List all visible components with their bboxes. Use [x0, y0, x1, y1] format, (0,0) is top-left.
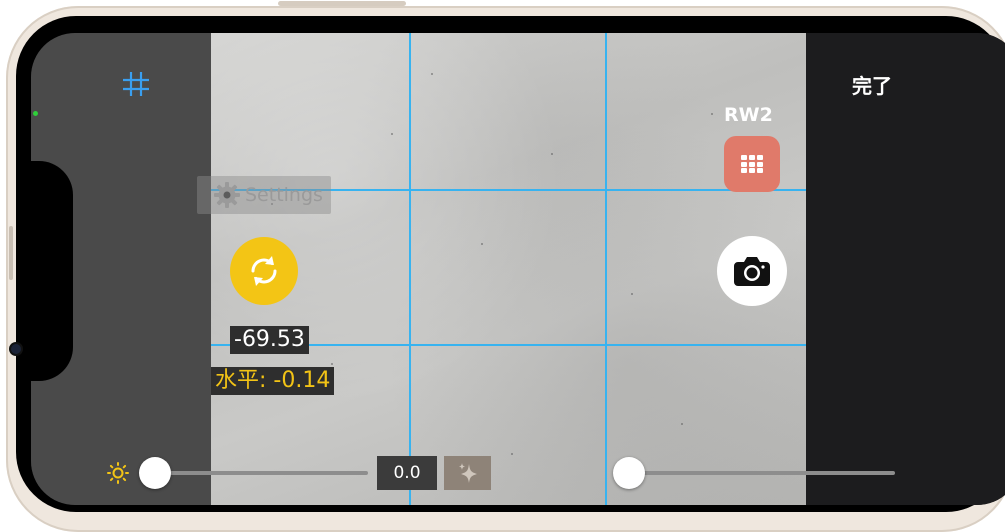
front-camera-lens — [11, 344, 21, 354]
exposure-slider-knob[interactable] — [139, 457, 171, 489]
sparkle-icon — [458, 463, 477, 483]
zoom-slider-knob[interactable] — [613, 457, 645, 489]
tilt-angle-readout: -69.53 — [230, 326, 309, 354]
photo-grid-button[interactable] — [724, 136, 780, 192]
grid-line-vertical-2 — [605, 33, 607, 505]
exposure-slider-track[interactable] — [154, 471, 368, 475]
photo-grid-icon — [741, 155, 763, 173]
camera-active-indicator — [33, 111, 38, 116]
auto-enhance-button[interactable] — [444, 456, 491, 490]
right-control-panel — [806, 33, 1005, 505]
grid-line-vertical-1 — [409, 33, 411, 505]
settings-label: Settings — [245, 184, 323, 206]
rotate-icon — [251, 256, 277, 286]
device-side-button — [9, 226, 13, 280]
grid-icon — [123, 72, 149, 96]
settings-button[interactable]: Settings — [197, 176, 331, 214]
shutter-button[interactable] — [717, 236, 787, 306]
exposure-value-display: 0.0 — [377, 456, 437, 490]
rotate-level-button[interactable] — [230, 237, 298, 305]
horizontal-level-readout: 水平: -0.14 — [211, 367, 335, 395]
raw-format-label: RW2 — [724, 104, 773, 126]
sun-icon — [107, 462, 129, 484]
grid-toggle-button[interactable] — [120, 70, 152, 98]
zoom-slider-track[interactable] — [628, 471, 895, 475]
camera-screen — [31, 33, 1005, 505]
device-volume-button — [278, 1, 406, 6]
sensor-notch — [31, 161, 73, 381]
gear-icon — [214, 182, 240, 208]
done-button[interactable]: 完了 — [852, 70, 892, 99]
camera-icon — [734, 257, 770, 286]
